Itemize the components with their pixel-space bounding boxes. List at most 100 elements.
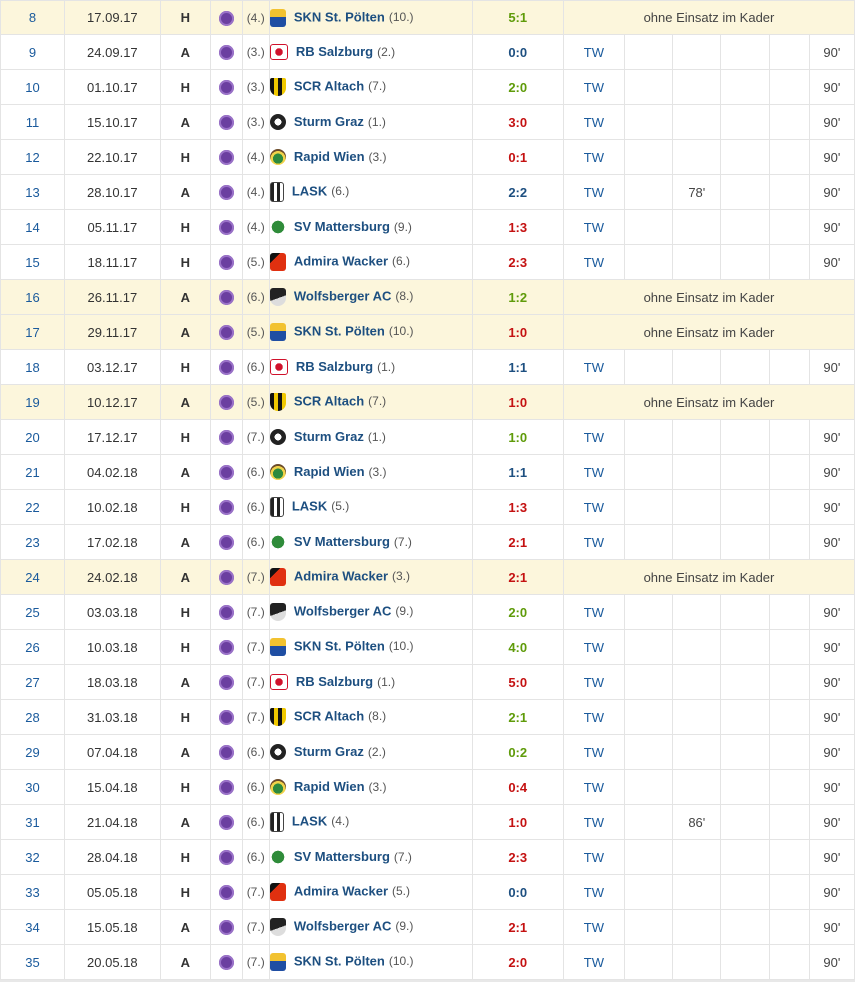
- position-link[interactable]: TW: [584, 605, 604, 620]
- club-cell[interactable]: [210, 699, 243, 735]
- result-link[interactable]: 1:3: [508, 220, 527, 235]
- opponent-crest-icon[interactable]: [270, 708, 286, 726]
- club-cell[interactable]: [210, 104, 243, 140]
- club-cell[interactable]: [210, 594, 243, 630]
- club-cell[interactable]: [210, 944, 243, 980]
- opponent-crest-icon[interactable]: [270, 429, 286, 446]
- matchday-link[interactable]: 21: [25, 465, 39, 480]
- result-link[interactable]: 1:0: [508, 430, 527, 445]
- matchday-link[interactable]: 22: [25, 500, 39, 515]
- position-link[interactable]: TW: [584, 500, 604, 515]
- austria-wien-crest-icon[interactable]: [218, 955, 234, 971]
- club-cell[interactable]: [210, 839, 243, 875]
- position-link[interactable]: TW: [584, 430, 604, 445]
- position-link[interactable]: TW: [584, 255, 604, 270]
- result-link[interactable]: 2:2: [508, 185, 527, 200]
- opponent-link[interactable]: Wolfsberger AC: [294, 603, 392, 618]
- matchday-link[interactable]: 13: [25, 185, 39, 200]
- result-link[interactable]: 0:2: [508, 745, 527, 760]
- club-cell[interactable]: [210, 34, 243, 70]
- opponent-crest-icon[interactable]: [270, 812, 284, 832]
- matchday-link[interactable]: 24: [25, 570, 39, 585]
- result-link[interactable]: 0:0: [508, 45, 527, 60]
- austria-wien-crest-icon[interactable]: [218, 430, 234, 446]
- opponent-crest-icon[interactable]: [270, 78, 286, 96]
- position-link[interactable]: TW: [584, 640, 604, 655]
- result-link[interactable]: 2:0: [508, 605, 527, 620]
- matchday-link[interactable]: 28: [25, 710, 39, 725]
- austria-wien-crest-icon[interactable]: [218, 605, 234, 621]
- opponent-crest-icon[interactable]: [270, 253, 286, 271]
- opponent-crest-icon[interactable]: [270, 464, 286, 481]
- austria-wien-crest-icon[interactable]: [218, 45, 234, 61]
- club-cell[interactable]: [210, 209, 243, 245]
- club-cell[interactable]: [210, 454, 243, 490]
- opponent-link[interactable]: RB Salzburg: [296, 44, 373, 59]
- opponent-crest-icon[interactable]: [270, 149, 286, 166]
- opponent-link[interactable]: Sturm Graz: [294, 114, 364, 129]
- opponent-link[interactable]: Rapid Wien: [294, 464, 365, 479]
- club-cell[interactable]: [210, 314, 243, 350]
- position-link[interactable]: TW: [584, 150, 604, 165]
- club-cell[interactable]: [210, 69, 243, 105]
- opponent-link[interactable]: LASK: [292, 183, 327, 198]
- result-link[interactable]: 2:3: [508, 850, 527, 865]
- club-cell[interactable]: [210, 664, 243, 700]
- position-link[interactable]: TW: [584, 780, 604, 795]
- austria-wien-crest-icon[interactable]: [218, 185, 234, 201]
- matchday-link[interactable]: 30: [25, 780, 39, 795]
- position-link[interactable]: TW: [584, 45, 604, 60]
- matchday-link[interactable]: 18: [25, 360, 39, 375]
- club-cell[interactable]: [210, 139, 243, 175]
- matchday-link[interactable]: 29: [25, 745, 39, 760]
- opponent-crest-icon[interactable]: [270, 44, 288, 61]
- club-cell[interactable]: [210, 0, 243, 35]
- result-link[interactable]: 0:0: [508, 885, 527, 900]
- opponent-link[interactable]: RB Salzburg: [296, 674, 373, 689]
- opponent-link[interactable]: SKN St. Pölten: [294, 953, 385, 968]
- matchday-link[interactable]: 31: [25, 815, 39, 830]
- result-link[interactable]: 3:0: [508, 115, 527, 130]
- opponent-link[interactable]: SKN St. Pölten: [294, 9, 385, 24]
- club-cell[interactable]: [210, 524, 243, 560]
- austria-wien-crest-icon[interactable]: [218, 255, 234, 271]
- opponent-link[interactable]: LASK: [292, 498, 327, 513]
- austria-wien-crest-icon[interactable]: [218, 640, 234, 656]
- result-link[interactable]: 2:3: [508, 255, 527, 270]
- result-link[interactable]: 2:0: [508, 80, 527, 95]
- matchday-link[interactable]: 19: [25, 395, 39, 410]
- result-link[interactable]: 0:1: [508, 150, 527, 165]
- opponent-link[interactable]: SKN St. Pölten: [294, 638, 385, 653]
- matchday-link[interactable]: 26: [25, 640, 39, 655]
- result-link[interactable]: 2:1: [508, 570, 527, 585]
- opponent-link[interactable]: Rapid Wien: [294, 149, 365, 164]
- opponent-crest-icon[interactable]: [270, 497, 284, 517]
- austria-wien-crest-icon[interactable]: [218, 10, 234, 26]
- austria-wien-crest-icon[interactable]: [218, 325, 234, 341]
- opponent-link[interactable]: SV Mattersburg: [294, 534, 390, 549]
- austria-wien-crest-icon[interactable]: [218, 80, 234, 96]
- opponent-link[interactable]: SKN St. Pölten: [294, 323, 385, 338]
- club-cell[interactable]: [210, 384, 243, 420]
- matchday-link[interactable]: 32: [25, 850, 39, 865]
- matchday-link[interactable]: 12: [25, 150, 39, 165]
- austria-wien-crest-icon[interactable]: [218, 920, 234, 936]
- club-cell[interactable]: [210, 349, 243, 385]
- position-link[interactable]: TW: [584, 710, 604, 725]
- club-cell[interactable]: [210, 174, 243, 210]
- opponent-crest-icon[interactable]: [270, 219, 286, 236]
- result-link[interactable]: 1:1: [508, 465, 527, 480]
- matchday-link[interactable]: 8: [29, 10, 36, 25]
- result-link[interactable]: 1:0: [508, 325, 527, 340]
- opponent-link[interactable]: LASK: [292, 813, 327, 828]
- austria-wien-crest-icon[interactable]: [218, 570, 234, 586]
- opponent-link[interactable]: Wolfsberger AC: [294, 288, 392, 303]
- opponent-link[interactable]: Sturm Graz: [294, 429, 364, 444]
- matchday-link[interactable]: 35: [25, 955, 39, 970]
- matchday-link[interactable]: 16: [25, 290, 39, 305]
- matchday-link[interactable]: 20: [25, 430, 39, 445]
- matchday-link[interactable]: 25: [25, 605, 39, 620]
- position-link[interactable]: TW: [584, 80, 604, 95]
- result-link[interactable]: 2:1: [508, 710, 527, 725]
- position-link[interactable]: TW: [584, 220, 604, 235]
